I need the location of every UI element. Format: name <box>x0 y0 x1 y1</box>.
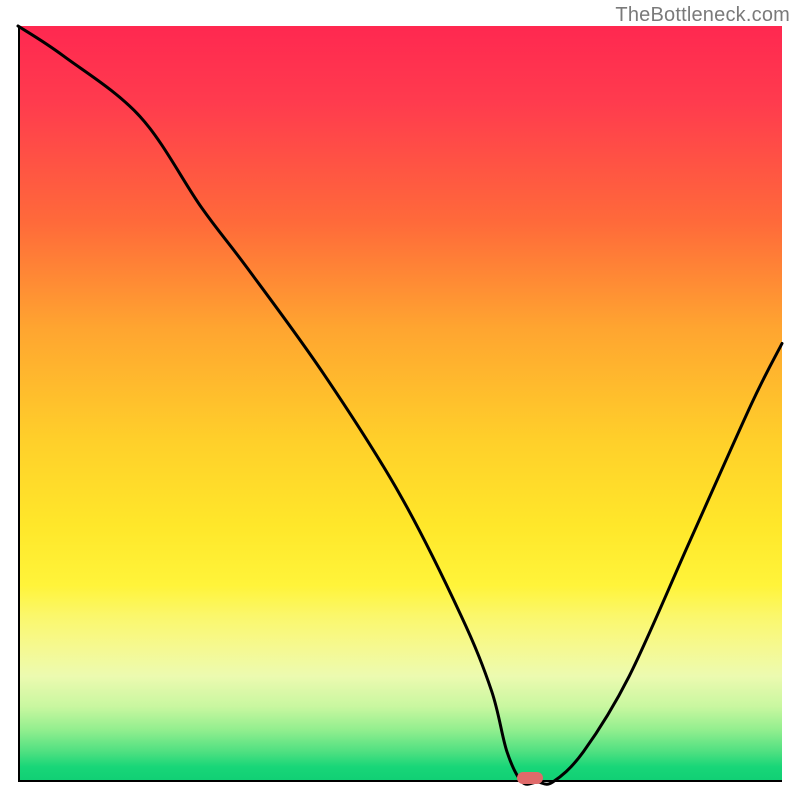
y-axis <box>18 26 20 782</box>
bottleneck-curve <box>18 26 782 782</box>
x-axis <box>18 780 782 782</box>
chart-container: TheBottleneck.com <box>0 0 800 800</box>
watermark-text: TheBottleneck.com <box>615 4 790 27</box>
plot-area <box>18 26 782 782</box>
optimal-point-marker <box>517 772 543 784</box>
